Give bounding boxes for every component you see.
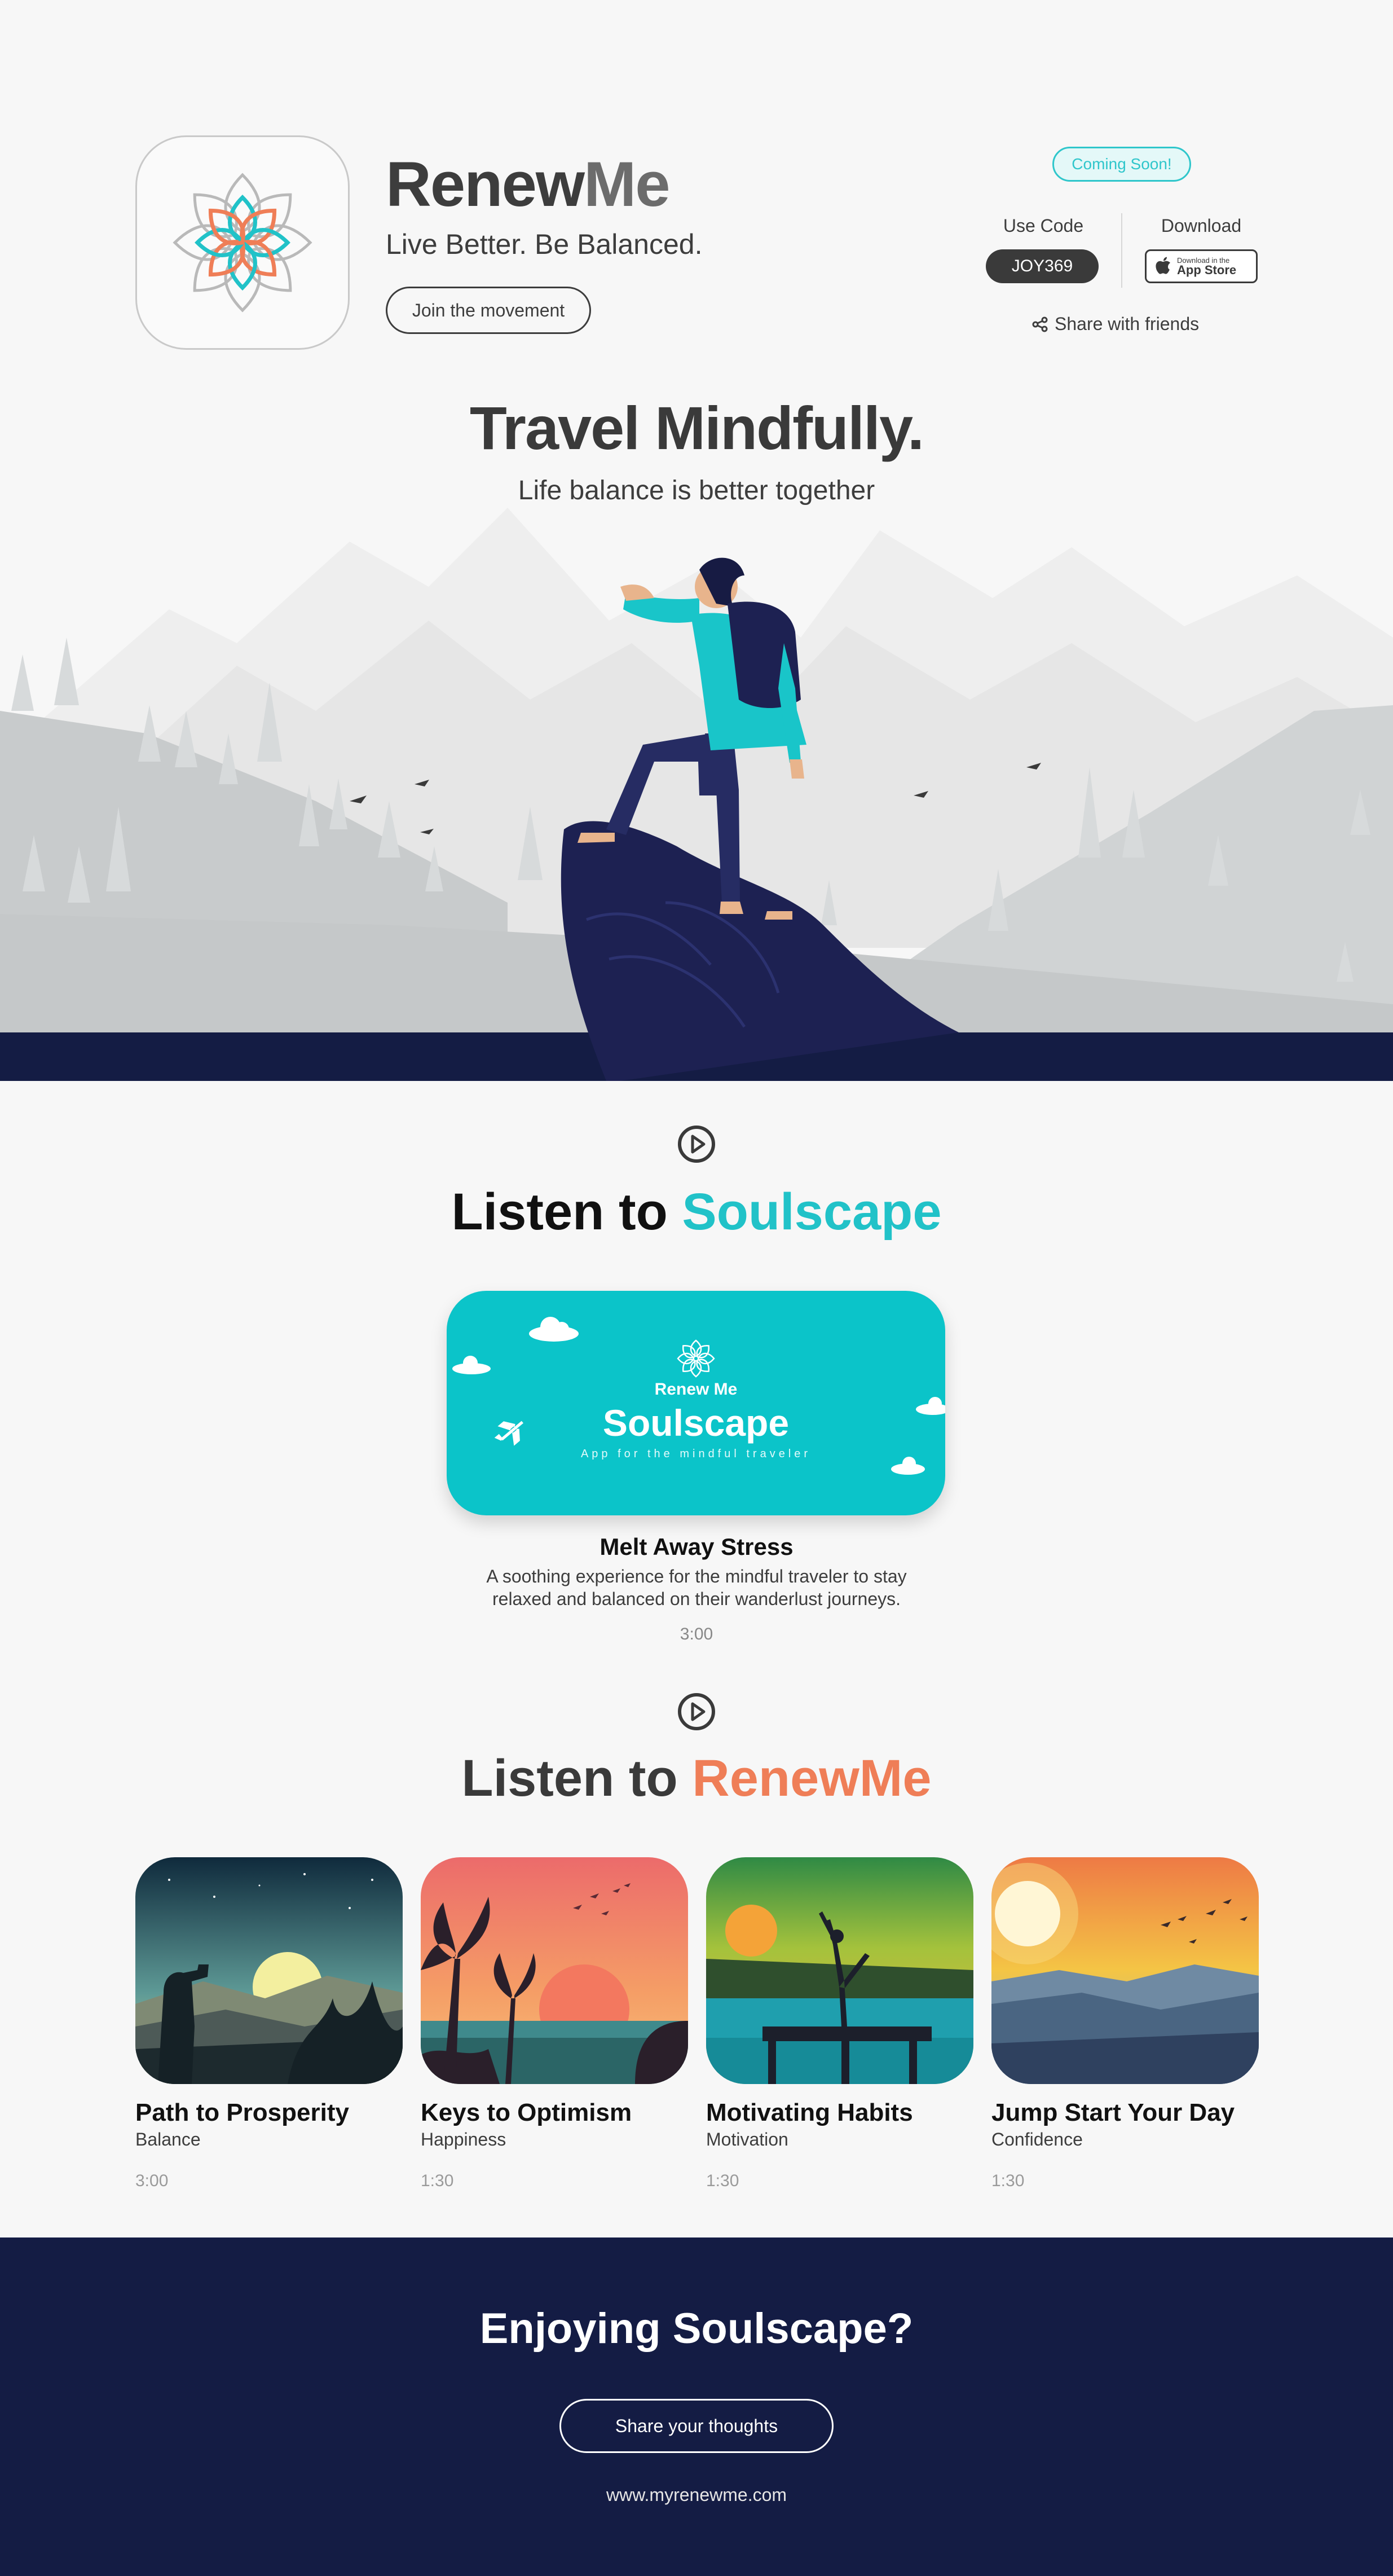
episode-title: Jump Start Your Day [991,2099,1235,2126]
episode-card[interactable]: Motivating Habits Motivation 1:30 [706,1857,973,2191]
join-movement-button[interactable]: Join the movement [386,287,591,334]
download-label: Download [1161,216,1242,236]
episode-duration: 3:00 [135,2171,169,2190]
card-lotus-icon [677,1339,715,1378]
brand-title-part1: Renew [386,149,585,219]
renewme-heading-prefix: Listen to [461,1749,678,1807]
share-with-friends-link[interactable]: Share with friends [1032,314,1199,335]
episode-card[interactable]: Path to Prosperity Balance 3:00 [135,1857,403,2191]
apple-icon [1156,257,1170,274]
soulscape-card[interactable]: Renew Me Soulscape App for the mindful t… [447,1291,945,1515]
track-description: A soothing experience for the mindful tr… [486,1566,907,1609]
footer-website-link[interactable]: www.myrenewme.com [0,2485,1393,2505]
episode-artwork [706,1857,973,2084]
renewme-heading: Listen to RenewMe [0,1749,1393,1808]
episode-title: Motivating Habits [706,2099,913,2126]
episode-artwork [135,1857,403,2084]
share-with-friends-label: Share with friends [1055,314,1200,334]
lotus-logo-icon [173,173,312,313]
episode-artwork [421,1857,688,2084]
episode-card[interactable]: Jump Start Your Day Confidence 1:30 [991,1857,1259,2191]
track-title: Melt Away Stress [599,1533,794,1560]
soulscape-heading-prefix: Listen to [451,1183,668,1241]
use-code-label: Use Code [1003,216,1084,236]
header-divider [1121,213,1122,288]
brand-tagline: Live Better. Be Balanced. [386,228,703,260]
episode-title: Path to Prosperity [135,2099,349,2126]
card-subtitle: App for the mindful traveler [580,1448,812,1460]
episode-list: Path to Prosperity Balance 3:00 Keys to … [135,1857,1259,2191]
hero-title: Travel Mindfully. [469,394,924,462]
play-circle-icon[interactable] [676,1124,717,1164]
share-thoughts-button[interactable]: Share your thoughts [559,2399,834,2453]
hero-illustration [0,508,1393,1081]
episode-duration: 1:30 [706,2171,739,2190]
app-logo [135,135,350,350]
play-circle-icon[interactable] [676,1691,717,1732]
coming-soon-badge: Coming Soon! [1052,147,1191,182]
brand-title-part2: Me [584,149,671,219]
footer-title: Enjoying Soulscape? [479,2305,914,2353]
app-store-text: Download in the App Store [1177,257,1236,276]
episode-title: Keys to Optimism [421,2099,632,2126]
footer: Enjoying Soulscape? Share your thoughts … [0,2237,1393,2576]
soulscape-heading-accent: Soulscape [682,1183,942,1241]
app-store-button[interactable]: Download in the App Store [1145,249,1258,283]
app-store-big-text: App Store [1177,262,1237,277]
episode-category: Motivation [706,2129,788,2149]
brand-title: RenewMe [386,148,671,221]
episode-duration: 1:30 [991,2171,1025,2190]
episode-category: Balance [135,2129,201,2149]
episode-artwork [991,1857,1259,2084]
episode-category: Confidence [991,2129,1083,2149]
card-brand: Renew Me [654,1380,738,1399]
promo-code-pill[interactable]: JOY369 [986,249,1099,283]
soulscape-heading: Listen to Soulscape [0,1183,1393,1242]
episode-duration: 1:30 [421,2171,454,2190]
track-duration: 3:00 [680,1625,713,1643]
share-icon [1032,316,1048,332]
episode-card[interactable]: Keys to Optimism Happiness 1:30 [421,1857,688,2191]
card-title: Soulscape [602,1402,790,1444]
renewme-heading-accent: RenewMe [692,1749,932,1807]
episode-category: Happiness [421,2129,506,2149]
hero-subtitle: Life balance is better together [518,476,875,505]
